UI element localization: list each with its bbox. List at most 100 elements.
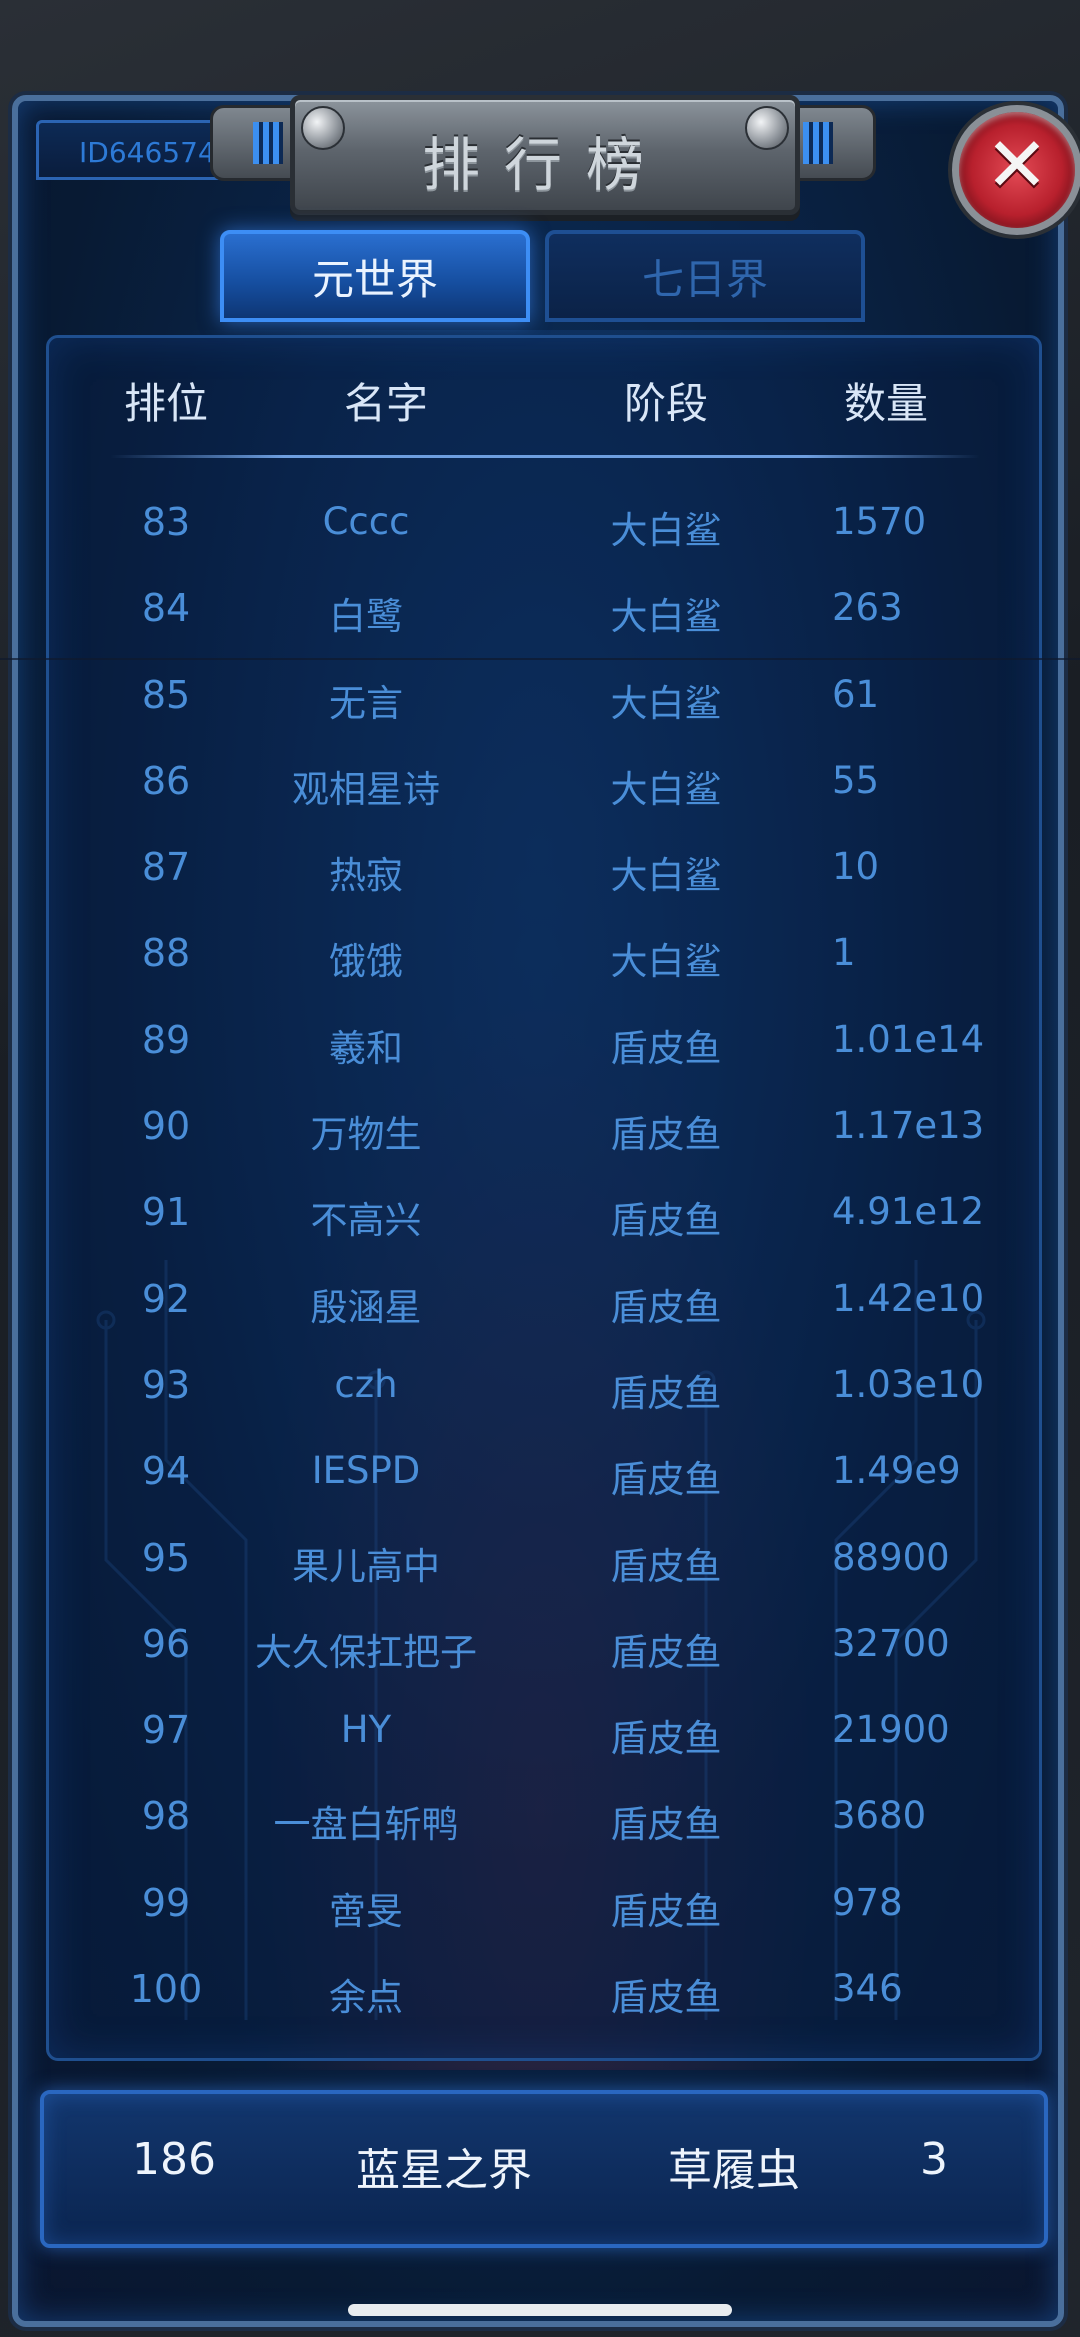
name-cell: 万物生	[310, 1113, 422, 1157]
table-row[interactable]: 85 无言 大白鲨 61	[46, 663, 1036, 749]
rank-cell: 100	[129, 1967, 203, 2012]
name-cell: HY	[340, 1708, 392, 1752]
rank-cell: 84	[141, 586, 191, 631]
stage-cell: 盾皮鱼	[610, 1544, 722, 1588]
stage-cell: 大白鲨	[610, 940, 722, 984]
count-cell: 1	[832, 931, 856, 975]
count-cell: 3680	[832, 1794, 927, 1838]
stage-cell: 盾皮鱼	[610, 1630, 722, 1674]
table-row[interactable]: 91 不高兴 盾皮鱼 4.91e12	[46, 1180, 1036, 1266]
name-cell: 不高兴	[310, 1199, 422, 1243]
table-row[interactable]: 96 大久保扛把子 盾皮鱼 32700	[46, 1612, 1036, 1698]
count-cell: 1.42e10	[832, 1276, 985, 1320]
table-row[interactable]: 88 饿饿 大白鲨 1	[46, 921, 1036, 1007]
stage-cell: 大白鲨	[610, 595, 722, 639]
tab-seven-day-world[interactable]: 七日界	[545, 230, 865, 322]
name-cell: 饿饿	[329, 940, 403, 984]
name-cell: 无言	[329, 681, 403, 725]
header-name: 名字	[343, 379, 428, 428]
my-rank-stage: 草履虫	[668, 2145, 800, 2196]
name-cell: 啻旻	[329, 1889, 403, 1933]
stage-cell: 大白鲨	[610, 681, 722, 725]
rank-cell: 92	[141, 1276, 191, 1321]
my-rank-bar: 186 蓝星之界 草履虫 3	[40, 2090, 1048, 2248]
stage-cell: 盾皮鱼	[610, 1026, 722, 1070]
rank-cell: 83	[141, 500, 191, 544]
table-row[interactable]: 95 果儿高中 盾皮鱼 88900	[46, 1526, 1036, 1612]
name-cell: 一盘白斩鸭	[273, 1803, 459, 1847]
name-cell: 余点	[329, 1976, 403, 2020]
rank-cell: 90	[141, 1104, 191, 1149]
name-cell: 羲和	[329, 1026, 403, 1070]
tab-yuan-world[interactable]: 元世界	[220, 230, 530, 322]
table-header: 排位 名字 阶段 数量	[46, 370, 1036, 450]
close-button[interactable]: ✕	[952, 105, 1080, 235]
stage-cell: 盾皮鱼	[610, 1199, 722, 1243]
count-cell: 21900	[832, 1708, 950, 1752]
name-cell: 果儿高中	[292, 1544, 440, 1588]
my-rank-count: 3	[920, 2134, 948, 2185]
rank-cell: 94	[141, 1449, 191, 1494]
stage-cell: 盾皮鱼	[610, 1458, 722, 1502]
table-row[interactable]: 92 殷涵星 盾皮鱼 1.42e10	[46, 1267, 1036, 1353]
rank-cell: 96	[141, 1621, 191, 1666]
stage-cell: 盾皮鱼	[610, 1285, 722, 1329]
title-plate: 排行榜	[290, 95, 800, 215]
stage-cell: 盾皮鱼	[610, 1717, 722, 1761]
table-row[interactable]: 94 IESPD 盾皮鱼 1.49e9	[46, 1439, 1036, 1525]
table-row[interactable]: 100 余点 盾皮鱼 346	[46, 1957, 1036, 2043]
table-row[interactable]: 86 观相星诗 大白鲨 55	[46, 749, 1036, 835]
my-rank-number: 186	[132, 2134, 216, 2185]
name-cell: 大久保扛把子	[255, 1630, 477, 1674]
rank-cell: 97	[141, 1708, 191, 1753]
close-icon: ✕	[985, 120, 1049, 209]
count-cell: 978	[832, 1880, 903, 1924]
name-cell: 白鹭	[329, 595, 403, 639]
count-cell: 1.03e10	[832, 1362, 985, 1406]
table-row[interactable]: 84 白鹭 大白鲨 263	[46, 576, 1036, 662]
rank-cell: 87	[141, 845, 191, 890]
rank-cell: 93	[141, 1362, 191, 1407]
count-cell: 1570	[832, 500, 927, 543]
table-row[interactable]: 93 czh 盾皮鱼 1.03e10	[46, 1353, 1036, 1439]
name-cell: IESPD	[311, 1449, 421, 1493]
rank-cell: 89	[141, 1017, 191, 1062]
table-row[interactable]: 87 热寂 大白鲨 10	[46, 835, 1036, 921]
table-row[interactable]: 97 HY 盾皮鱼 21900	[46, 1698, 1036, 1784]
table-row[interactable]: 98 一盘白斩鸭 盾皮鱼 3680	[46, 1784, 1036, 1870]
rank-cell: 95	[141, 1535, 191, 1580]
leaderboard-rows[interactable]: 83 Cccc 大白鲨 1570 84 白鹭 大白鲨 263 85 无言 大白鲨 61 86 观相星诗 大白…	[46, 490, 1036, 2043]
count-cell: 4.91e12	[832, 1190, 985, 1234]
stage-cell: 盾皮鱼	[610, 1803, 722, 1847]
table-row[interactable]: 99 啻旻 盾皮鱼 978	[46, 1871, 1036, 1957]
name-cell: Cccc	[322, 500, 410, 543]
count-cell: 88900	[832, 1535, 950, 1579]
header-count: 数量	[843, 379, 928, 428]
stage-cell: 大白鲨	[610, 854, 722, 898]
header-rank: 排位	[123, 379, 208, 428]
count-cell: 55	[832, 758, 880, 802]
count-cell: 346	[832, 1967, 903, 2011]
stage-cell: 大白鲨	[610, 767, 722, 811]
page-title: 排行榜	[421, 131, 668, 199]
count-cell: 1.49e9	[832, 1449, 961, 1493]
count-cell: 1.17e13	[832, 1104, 985, 1148]
stage-cell: 盾皮鱼	[610, 1371, 722, 1415]
count-cell: 10	[832, 845, 880, 889]
stage-cell: 盾皮鱼	[610, 1889, 722, 1933]
table-row[interactable]: 90 万物生 盾皮鱼 1.17e13	[46, 1094, 1036, 1180]
stage-cell: 盾皮鱼	[610, 1113, 722, 1157]
count-cell: 263	[832, 586, 903, 630]
name-cell: 观相星诗	[292, 767, 440, 811]
home-indicator[interactable]	[348, 2304, 732, 2316]
rank-cell: 85	[141, 672, 191, 717]
name-cell: 热寂	[329, 854, 403, 898]
table-row[interactable]: 89 羲和 盾皮鱼 1.01e14	[46, 1008, 1036, 1094]
count-cell: 1.01e14	[832, 1017, 985, 1061]
header-stage: 阶段	[623, 379, 708, 428]
rank-cell: 88	[141, 931, 191, 976]
table-row[interactable]: 83 Cccc 大白鲨 1570	[46, 490, 1036, 576]
header-divider	[110, 455, 980, 458]
rank-cell: 98	[141, 1794, 191, 1839]
rank-cell: 91	[141, 1190, 191, 1235]
